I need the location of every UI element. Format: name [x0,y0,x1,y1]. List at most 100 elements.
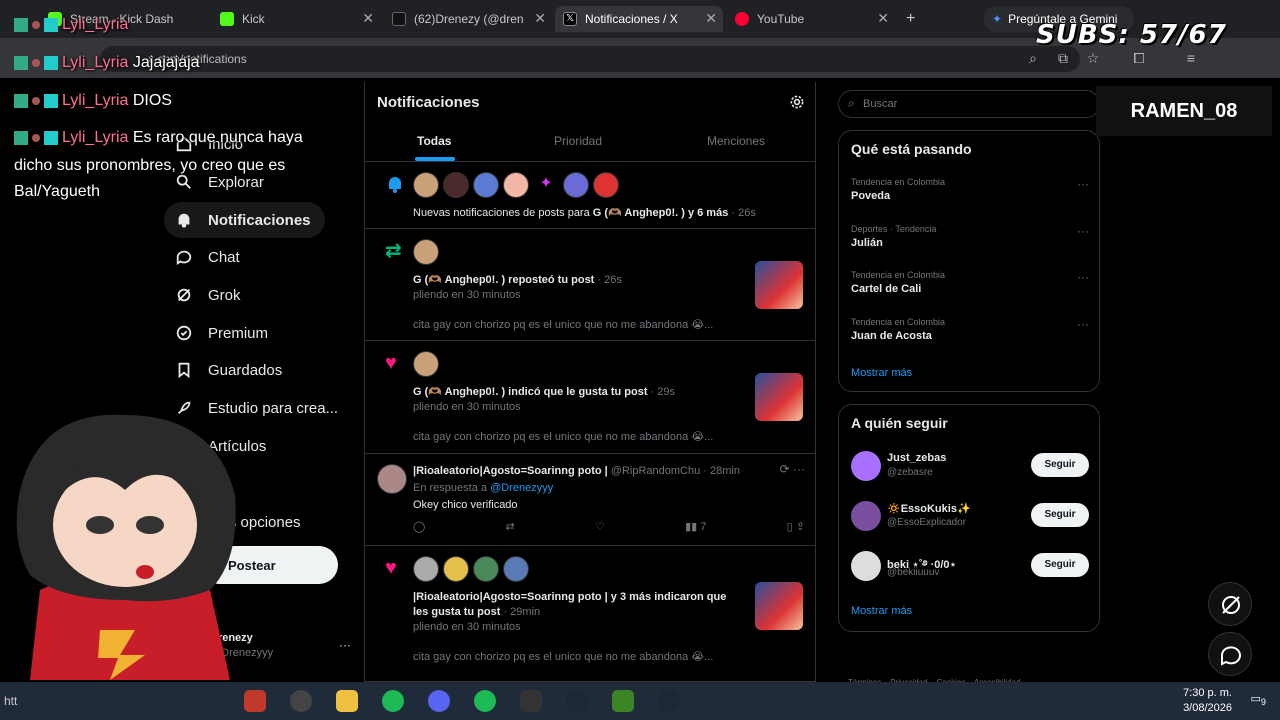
messages-floating-button[interactable] [1208,632,1252,676]
tab-todas[interactable]: Todas [417,134,451,148]
post-snippet: cita gay con chorizo pq es el unico que … [413,431,714,443]
follow-button[interactable]: Seguir [1031,553,1089,577]
avatar[interactable] [473,556,499,582]
more-icon[interactable]: ··· [1077,224,1089,238]
notification-item[interactable]: ⇄ G (🫶🏽 Anghep0!. ) reposteó tu post · 2… [365,229,815,341]
tab-youtube[interactable]: YouTube ✕ [727,6,895,32]
trend-item[interactable]: Tendencia en Colombia Poveda ··· [851,177,1089,202]
avatar[interactable]: ✦ [533,172,559,198]
notif-text-1: Nuevas notificaciones de posts para [413,207,593,219]
avatar[interactable] [851,501,881,531]
badge-icon [14,17,28,32]
nav-item-guardados[interactable]: Guardados [164,352,296,388]
youtube-icon [735,12,749,26]
trend-item[interactable]: Tendencia en Colombia Juan de Acosta ··· [851,317,1089,342]
notification-item[interactable]: ✦ Nuevas notificaciones de posts para G … [365,162,815,229]
tab-menciones[interactable]: Menciones [707,134,765,148]
avatar[interactable] [593,172,619,198]
app-icon[interactable] [382,690,404,712]
spotify-icon[interactable] [474,690,496,712]
reply-icon[interactable]: ◯ [413,520,425,533]
show-more-link[interactable]: Mostrar más [851,605,912,617]
gear-icon[interactable] [789,94,805,110]
epic-icon[interactable] [520,690,542,712]
views-icon[interactable]: ▮▮ 7 [685,520,706,533]
follow-suggestion[interactable]: Just_zebas @zebasre Seguir [851,449,1089,483]
grok-floating-button[interactable] [1208,582,1252,626]
avatar[interactable] [563,172,589,198]
nav-item-chat[interactable]: Chat [164,239,254,275]
more-icon[interactable]: ··· [1077,177,1089,191]
follow-suggestion[interactable]: 🔅EssoKukis✨ @EssoExplicador Seguir [851,499,1089,533]
post-snippet: cita gay con chorizo pq es el unico que … [413,651,714,663]
notification-item[interactable]: ♥ |Rioaleatorio|Agosto=Soarinng poto | y… [365,546,815,682]
post-thumbnail[interactable] [755,261,803,309]
avatar[interactable] [503,556,529,582]
more-icon[interactable]: ··· [1077,270,1089,284]
post-snippet: cita gay con chorizo pq es el unico que … [413,319,714,331]
nav-label: Premium [208,324,269,342]
star-icon[interactable]: ☆ [1084,50,1102,68]
avatar[interactable] [377,464,407,494]
tab-prioridad[interactable]: Prioridad [554,134,602,148]
media-icon[interactable]: ≡ [1182,50,1200,68]
notification-center-icon[interactable]: ▭9 [1251,692,1267,707]
show-more-link[interactable]: Mostrar más [851,367,912,379]
nav-item-grok[interactable]: Grok [164,277,255,313]
like-icon[interactable]: ♡ [595,520,605,533]
steam-icon[interactable] [658,690,680,712]
avatar[interactable] [413,351,439,377]
reply-item[interactable]: |Rioaleatorio|Agosto=Soarinng poto | @Ri… [365,454,815,546]
reply-handle: @RipRandomChu · 28min [607,465,740,477]
avatar[interactable] [443,556,469,582]
avatar[interactable] [413,239,439,265]
close-icon[interactable]: ✕ [705,10,717,27]
avatar[interactable] [503,172,529,198]
reply-mention[interactable]: @Drenezyyy [490,482,553,494]
badge-icon [44,17,58,32]
follow-handle: @bekiiuuuv [887,567,940,578]
reply-author[interactable]: |Rioaleatorio|Agosto=Soarinng poto | [413,465,608,477]
post-thumbnail[interactable] [755,373,803,421]
trend-item[interactable]: Tendencia en Colombia Cartel de Cali ··· [851,270,1089,295]
app-icon[interactable] [244,690,266,712]
notification-item[interactable]: ♥ G (🫶🏽 Anghep0!. ) indicó que le gusta … [365,341,815,454]
vtuber-avatar [16,414,236,680]
reply-header: |Rioaleatorio|Agosto=Soarinng poto | @Ri… [413,464,783,479]
new-tab-button[interactable]: + [898,6,922,32]
trend-item[interactable]: Deportes · Tendencia Julián ··· [851,224,1089,249]
more-icon[interactable]: ··· [339,638,351,652]
avatar[interactable] [851,551,881,581]
app-icon[interactable] [290,690,312,712]
minecraft-icon[interactable] [612,690,634,712]
avatar[interactable] [443,172,469,198]
follow-suggestion[interactable]: beki ⋆˚࿔ ·0/0⋆ @bekiiuuuv Seguir [851,549,1089,583]
follow-button[interactable]: Seguir [1031,453,1089,477]
close-icon[interactable]: ✕ [877,10,889,27]
extensions-icon[interactable]: ⧠ [1130,50,1148,68]
nav-item-premium[interactable]: Premium [164,315,282,351]
clock[interactable]: 7:30 p. m. 3/08/2026 [1183,686,1232,716]
avatar[interactable] [851,451,881,481]
avatar[interactable] [473,172,499,198]
follow-button[interactable]: Seguir [1031,503,1089,527]
search-input[interactable]: ⌕ Buscar [838,90,1100,118]
install-icon[interactable]: ⧉ [1054,50,1072,68]
more-icon[interactable]: ⟳ ··· [780,462,805,476]
more-icon[interactable]: ··· [1077,317,1089,331]
bookmark-share-icons[interactable]: ▯ ⇪ [787,520,805,533]
tab-notificaciones[interactable]: 𝕏 Notificaciones / X ✕ [555,6,723,32]
post-thumbnail[interactable] [755,582,803,630]
chat-icon [174,247,194,267]
avatar[interactable] [413,172,439,198]
folder-icon[interactable] [336,690,358,712]
avatar-row [413,556,529,582]
steam-icon[interactable] [566,690,588,712]
tab-drenezy[interactable]: (62)Drenezy (@drenezyyy) ✕ [384,6,552,32]
discord-icon[interactable] [428,690,450,712]
avatar[interactable] [413,556,439,582]
chat-user: Lyli_Lyria [62,54,129,71]
search-icon[interactable]: ⌕ [1024,50,1042,68]
close-icon[interactable]: ✕ [534,10,546,27]
repost-icon[interactable]: ⇄ [506,520,515,533]
